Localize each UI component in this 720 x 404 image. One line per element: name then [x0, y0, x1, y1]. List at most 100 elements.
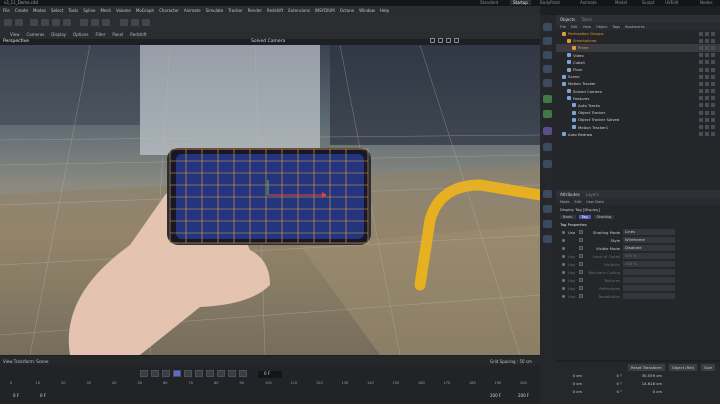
animate-dot-icon[interactable] [562, 278, 565, 282]
attribute-value[interactable]: 100 % [623, 261, 675, 267]
object-row[interactable]: Features [556, 95, 720, 102]
deformer-icon[interactable] [543, 110, 552, 118]
timeline-max-field[interactable]: 200 F [518, 393, 529, 398]
coordinate-field-s[interactable]: 14.618 cm [622, 381, 662, 386]
object-row[interactable]: Object Tracker [556, 109, 720, 116]
workspace-tab[interactable]: Nodes [700, 0, 713, 5]
object-row[interactable]: Cube1 [556, 59, 720, 66]
viewport-menu-panel[interactable]: Panel [112, 32, 123, 37]
viewport-menu-cameras[interactable]: Cameras [27, 32, 45, 37]
menu-mograph[interactable]: MoGraph [136, 8, 154, 13]
objects-menu-bookmarks[interactable]: Bookmarks [625, 25, 645, 29]
subtab-shading[interactable]: Shading [593, 214, 615, 219]
tag-icon[interactable] [705, 31, 709, 36]
tag-icon[interactable] [705, 110, 709, 115]
tag-icon[interactable] [711, 110, 715, 115]
animate-dot-icon[interactable] [562, 286, 565, 290]
animate-dot-icon[interactable] [562, 238, 565, 242]
layer-icon[interactable] [543, 220, 552, 228]
workspace-tab[interactable]: UVEdit [665, 0, 678, 5]
use-checkbox[interactable] [579, 286, 583, 290]
tag-icon[interactable] [699, 89, 703, 94]
object-row[interactable]: Motion Tracker [556, 80, 720, 87]
tag-icon[interactable] [699, 53, 703, 58]
coordinate-field-s[interactable]: 30.559 cm [622, 373, 662, 378]
use-checkbox[interactable] [579, 294, 583, 298]
menu-mesh[interactable]: Mesh [100, 8, 111, 13]
menu-render[interactable]: Render [248, 8, 262, 13]
next-key-icon[interactable] [195, 370, 203, 377]
tag-icon[interactable] [711, 103, 715, 108]
use-checkbox[interactable] [579, 278, 583, 282]
menu-modes[interactable]: Modes [33, 8, 46, 13]
use-checkbox[interactable] [579, 270, 583, 274]
object-row[interactable]: Object Tracker Solved [556, 116, 720, 123]
menu-volume[interactable]: Volume [116, 8, 131, 13]
tag-icon[interactable] [711, 81, 715, 86]
light-icon[interactable] [543, 160, 552, 168]
maximize-view-icon[interactable] [454, 38, 459, 43]
coordinate-field-r[interactable]: 0 ° [582, 373, 622, 378]
workspace-tab[interactable]: Standard [480, 0, 498, 5]
object-row[interactable]: Solved Camera [556, 88, 720, 95]
tab-objects[interactable]: Objects [560, 17, 575, 22]
objects-menu-tags[interactable]: Tags [612, 25, 620, 29]
tag-icon[interactable] [705, 103, 709, 108]
menu-character[interactable]: Character [159, 8, 179, 13]
use-checkbox[interactable] [579, 262, 583, 266]
animate-dot-icon[interactable] [562, 246, 565, 250]
rotate-view-icon[interactable] [446, 38, 451, 43]
tag-icon[interactable] [705, 125, 709, 130]
tag-icon[interactable] [705, 96, 709, 101]
tab-takes[interactable]: Takes [581, 17, 592, 22]
attribute-value[interactable] [623, 293, 675, 299]
object-row[interactable]: Scene [556, 73, 720, 80]
tag-icon[interactable] [699, 132, 703, 137]
viewport-menu-redshift[interactable]: Redshift [130, 32, 146, 37]
scale-tool-icon[interactable] [543, 51, 552, 59]
menu-select[interactable]: Select [51, 8, 63, 13]
generator-icon[interactable] [543, 95, 552, 103]
menu-help[interactable]: Help [380, 8, 389, 13]
camera-icon[interactable] [543, 143, 552, 151]
menu-create[interactable]: Create [15, 8, 28, 13]
object-row[interactable]: Plane [556, 44, 720, 52]
attribute-value[interactable]: Wireframe [623, 237, 675, 243]
tag-icon[interactable] [705, 89, 709, 94]
workspace-tab[interactable]: Model [615, 0, 627, 5]
play-icon[interactable] [173, 370, 181, 377]
coordinate-field-p[interactable]: 0 cm [540, 381, 582, 386]
tag-icon[interactable] [711, 132, 715, 137]
object-rel-dropdown[interactable]: Object (Rel) [668, 364, 698, 371]
timeline-ruler[interactable]: 0 10 20 30 40 50 60 70 80 90 100 110 120 130 140 150 160… [10, 381, 540, 389]
rotate-tool-icon[interactable] [543, 65, 552, 73]
timeline-min-field[interactable]: 0 F [40, 393, 46, 398]
menu-window[interactable]: Window [359, 8, 375, 13]
objects-menu-edit[interactable]: Edit [571, 25, 578, 29]
coordinate-field-p[interactable]: 0 cm [540, 389, 582, 394]
objects-menu-view[interactable]: View [583, 25, 591, 29]
tag-icon[interactable] [543, 205, 552, 213]
tab-layers[interactable]: Layers [586, 192, 599, 197]
tag-icon[interactable] [705, 38, 709, 43]
tag-icon[interactable] [711, 96, 715, 101]
tag-icon[interactable] [711, 117, 715, 122]
object-row[interactable]: Auto Redraw [556, 131, 720, 138]
menu-insydium[interactable]: INSYDIUM [315, 8, 335, 13]
next-frame-icon[interactable] [184, 370, 192, 377]
attribute-value[interactable]: Lines [623, 229, 675, 235]
viewport-menu-display[interactable]: Display [51, 32, 66, 37]
tag-icon[interactable] [705, 132, 709, 137]
object-row[interactable]: Motion Tracker1 [556, 123, 720, 130]
size-dropdown[interactable]: Size [701, 364, 715, 371]
object-row[interactable]: Smartphone [556, 37, 720, 44]
tag-icon[interactable] [711, 125, 715, 130]
subtab-tag[interactable]: Tag [578, 214, 591, 219]
use-checkbox[interactable] [579, 254, 583, 258]
tag-icon[interactable] [705, 81, 709, 86]
tag-icon[interactable] [699, 81, 703, 86]
object-row[interactable]: Video [556, 52, 720, 59]
workspace-tab[interactable]: BodyPaint [540, 0, 560, 5]
menu-octane[interactable]: Octane [340, 8, 354, 13]
tag-icon[interactable] [699, 110, 703, 115]
